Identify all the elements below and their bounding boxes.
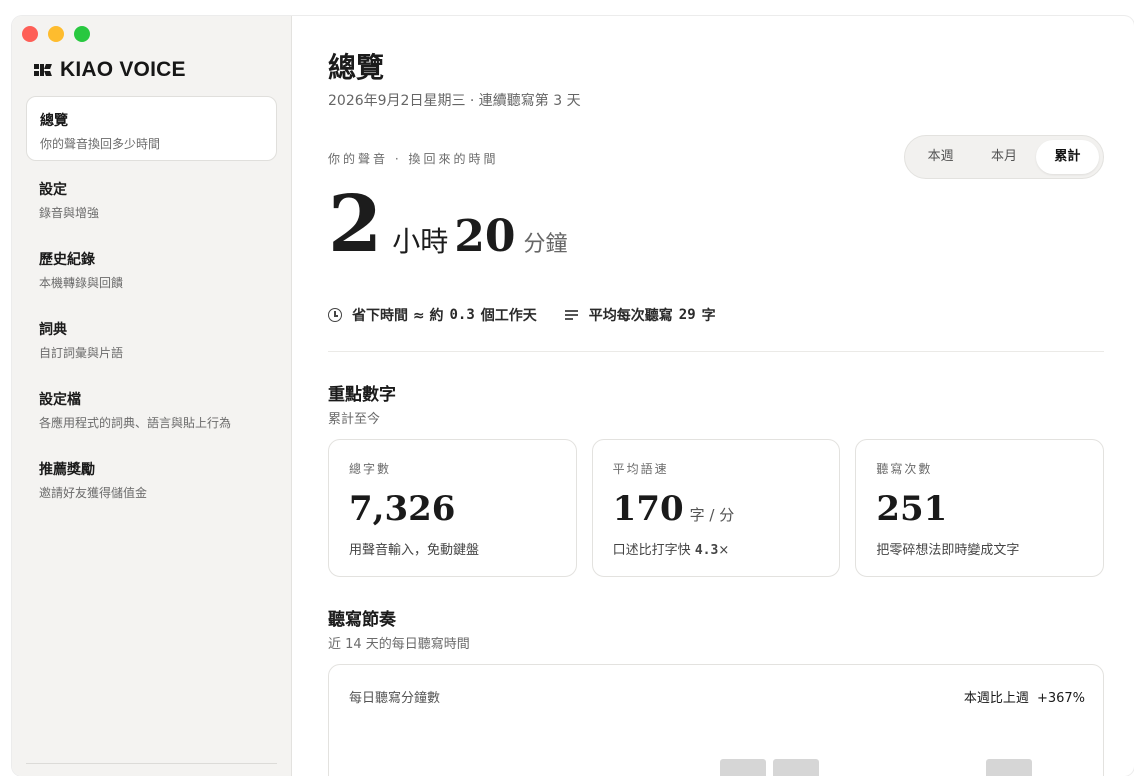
app-window: KIAO VOICE 總覽 你的聲音換回多少時間 設定 錄音與增強 歷史紀錄 本… — [12, 16, 1134, 776]
stat-card-value: 251 — [876, 489, 948, 529]
rhythm-subtitle: 近 14 天的每日聽寫時間 — [328, 637, 470, 652]
sidebar-item-overview[interactable]: 總覽 你的聲音換回多少時間 — [26, 96, 277, 161]
stat-card-value: 170 — [612, 489, 684, 529]
chart-bar — [986, 759, 1032, 776]
stat-card-note: 把零碎想法即時變成文字 — [876, 543, 1020, 558]
logo-text: KIAO VOICE — [60, 58, 186, 81]
stat-card-unit: 字 / 分 — [689, 506, 735, 524]
sidebar-item-subtitle: 邀請好友獲得儲值金 — [39, 486, 148, 500]
sidebar-divider — [26, 763, 277, 764]
time-saved-meta: 省下時間 ≈ 約 0.3 個工作天 平均每次聽寫 29 字 — [328, 305, 716, 325]
week-comparison: 本週比上週 +367% — [956, 687, 1085, 706]
avg-prefix: 平均每次聽寫 — [588, 308, 673, 324]
key-numbers-cards: 總字數 7,326 用聲音輸入，免動鍵盤 平均語速 170 字 / 分 口述比打… — [328, 439, 1105, 577]
week-comparison-value: +367% — [1036, 691, 1085, 706]
sidebar-item-title: 設定 — [39, 182, 67, 198]
sidebar-item-subtitle: 自訂詞彙與片語 — [39, 346, 124, 360]
stat-card-label: 聽寫次數 — [876, 462, 933, 476]
sidebar-item-title: 推薦獎勵 — [39, 462, 95, 478]
range-segmented-control: 本週 本月 累計 — [904, 135, 1104, 179]
chart-bar — [773, 759, 819, 776]
close-window-button[interactable] — [22, 26, 38, 42]
avg-words-value: 29 — [678, 307, 696, 323]
saved-workdays-value: 0.3 — [449, 307, 475, 323]
sidebar-item-referral[interactable]: 推薦獎勵 邀請好友獲得儲值金 — [26, 446, 277, 511]
stat-card-value: 7,326 — [349, 489, 456, 529]
main-content: 總覽 2026年9月2日星期三 · 連續聽寫第 3 天 你的聲音 · 換回來的時… — [292, 16, 1134, 776]
time-saved-value: 2 小時 20 分鐘 — [328, 186, 568, 264]
stat-card-label: 平均語速 — [612, 462, 669, 476]
section-divider — [328, 351, 1104, 352]
minutes-unit: 分鐘 — [523, 232, 568, 257]
window-controls — [22, 26, 90, 42]
week-comparison-label: 本週比上週 — [963, 691, 1029, 706]
sidebar-item-title: 設定檔 — [39, 392, 81, 408]
sidebar-item-title: 詞典 — [39, 322, 67, 338]
sidebar-item-profiles[interactable]: 設定檔 各應用程式的詞典、語言與貼上行為 — [26, 376, 277, 441]
sidebar-item-subtitle: 各應用程式的詞典、語言與貼上行為 — [39, 416, 232, 430]
avg-suffix: 字 — [701, 308, 716, 324]
stat-card-label: 總字數 — [349, 462, 392, 476]
sidebar-item-title: 總覽 — [40, 113, 68, 129]
saved-suffix: 個工作天 — [480, 308, 537, 324]
range-option-week[interactable]: 本週 — [909, 140, 972, 174]
sidebar-nav: 總覽 你的聲音換回多少時間 設定 錄音與增強 歷史紀錄 本機轉錄與回饋 詞典 自… — [26, 96, 277, 516]
sidebar-item-dictionary[interactable]: 詞典 自訂詞彙與片語 — [26, 306, 277, 371]
stat-card-note: 口述比打字快 4.3× — [612, 543, 730, 558]
rhythm-title: 聽寫節奏 — [328, 610, 396, 630]
stat-card-dictation-count: 聽寫次數 251 把零碎想法即時變成文字 — [855, 439, 1105, 577]
daily-dictation-chart: 每日聽寫分鐘數 本週比上週 +367% — [328, 664, 1104, 776]
minutes-value: 20 — [454, 211, 516, 262]
sidebar: KIAO VOICE 總覽 你的聲音換回多少時間 設定 錄音與增強 歷史紀錄 本… — [12, 16, 292, 776]
sidebar-item-settings[interactable]: 設定 錄音與增強 — [26, 166, 277, 231]
key-numbers-title: 重點數字 — [328, 385, 396, 405]
range-option-month[interactable]: 本月 — [972, 140, 1035, 174]
minimize-window-button[interactable] — [48, 26, 64, 42]
zoom-window-button[interactable] — [74, 26, 90, 42]
time-saved-label: 你的聲音 · 換回來的時間 — [328, 152, 499, 166]
sidebar-item-subtitle: 錄音與增強 — [39, 206, 100, 220]
logo-icon — [34, 61, 54, 79]
app-logo: KIAO VOICE — [34, 58, 186, 82]
page-title: 總覽 — [328, 51, 385, 84]
saved-prefix: 省下時間 ≈ 約 — [352, 308, 444, 324]
sidebar-item-subtitle: 你的聲音換回多少時間 — [40, 137, 161, 151]
chart-bar — [720, 759, 766, 776]
stat-card-total-words: 總字數 7,326 用聲音輸入，免動鍵盤 — [328, 439, 577, 577]
key-numbers-subtitle: 累計至今 — [328, 412, 381, 427]
stat-card-speech-rate: 平均語速 170 字 / 分 口述比打字快 4.3× — [591, 439, 841, 577]
stat-card-note: 用聲音輸入，免動鍵盤 — [349, 543, 480, 558]
range-option-total[interactable]: 累計 — [1035, 140, 1099, 174]
clock-icon — [328, 308, 342, 322]
chart-title: 每日聽寫分鐘數 — [349, 691, 441, 706]
page-date: 2026年9月2日星期三 · 連續聽寫第 3 天 — [328, 93, 581, 109]
text-lines-icon — [564, 308, 579, 322]
sidebar-item-subtitle: 本機轉錄與回饋 — [39, 276, 124, 290]
sidebar-item-history[interactable]: 歷史紀錄 本機轉錄與回饋 — [26, 236, 277, 301]
sidebar-item-title: 歷史紀錄 — [39, 252, 95, 268]
speed-multiplier: 4.3 — [694, 543, 719, 558]
hours-value: 2 — [328, 179, 383, 270]
hours-unit: 小時 — [392, 225, 449, 258]
chart-bars — [349, 723, 1083, 776]
